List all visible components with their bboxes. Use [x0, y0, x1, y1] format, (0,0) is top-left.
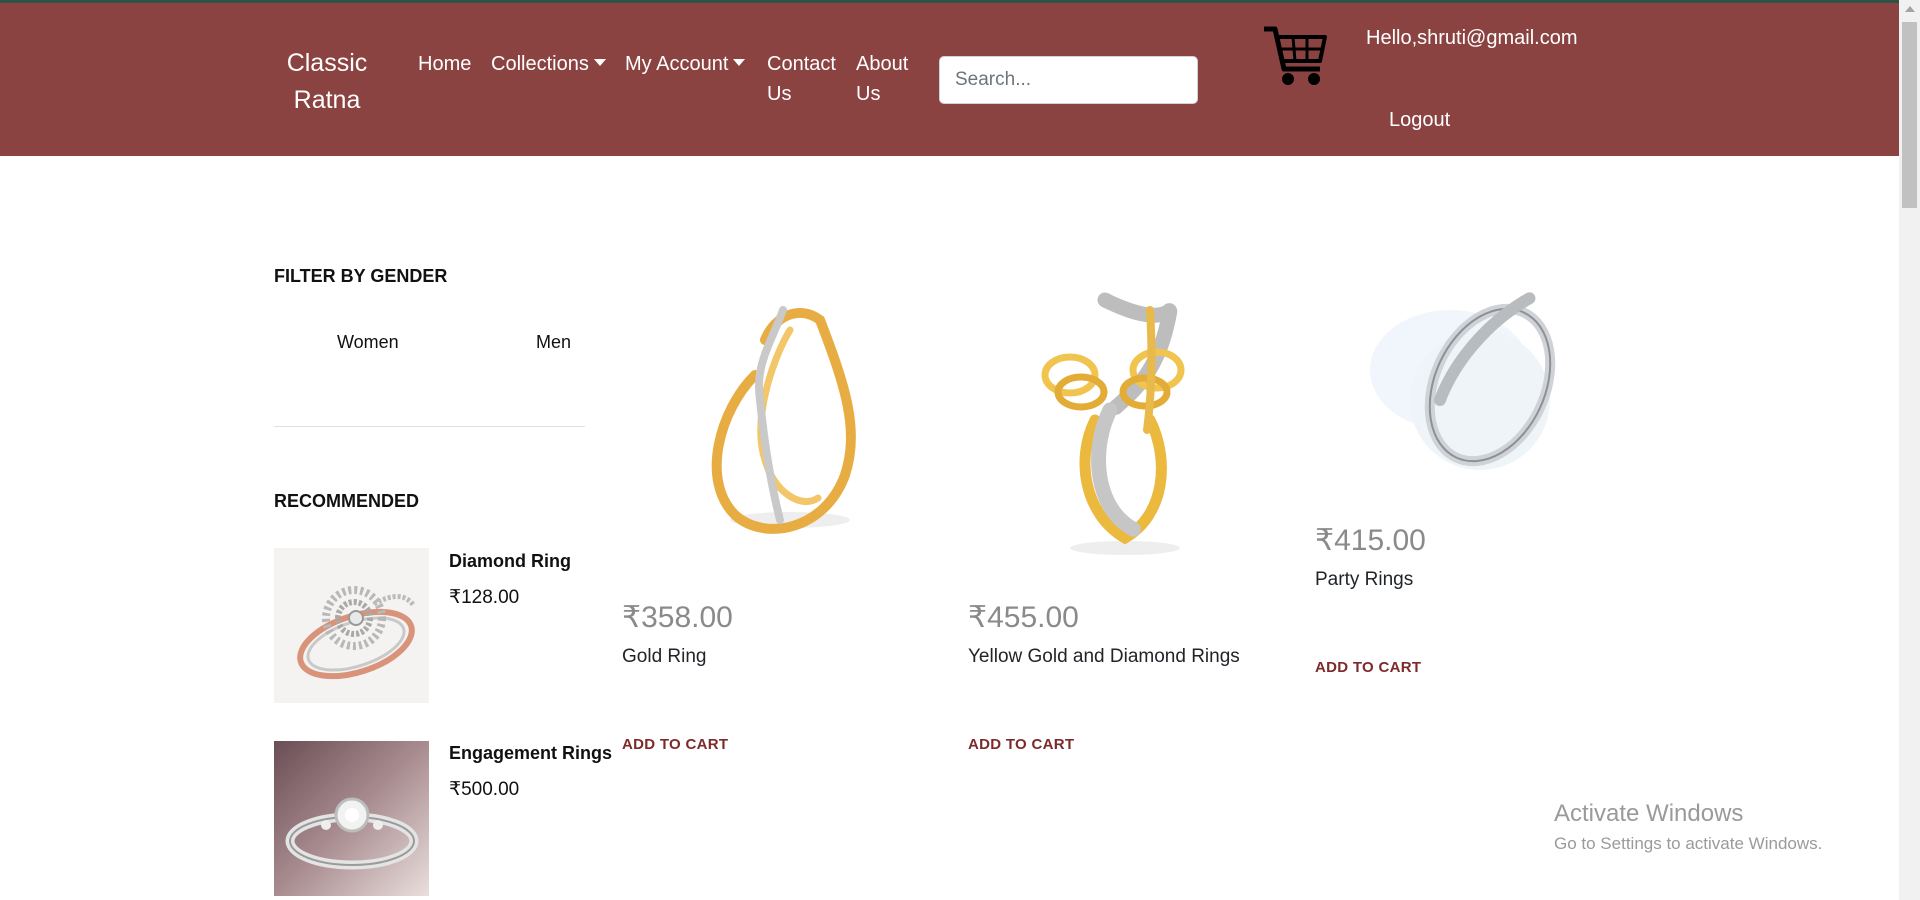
recommended-price: ₹500.00: [449, 779, 520, 800]
user-greeting: Hello,shruti@gmail.com: [1366, 27, 1578, 49]
product-price: ₹358.00: [622, 601, 733, 634]
cart-icon[interactable]: [1262, 23, 1330, 91]
scroll-up-arrow-icon[interactable]: [1905, 6, 1915, 12]
caret-down-icon: [733, 59, 746, 66]
product-image-party-ring[interactable]: [1360, 280, 1600, 500]
recommended-price: ₹128.00: [449, 587, 520, 608]
nav-about[interactable]: About Us: [856, 49, 922, 109]
nav-home[interactable]: Home: [418, 49, 471, 79]
product-price: ₹415.00: [1315, 524, 1426, 557]
add-to-cart-button[interactable]: ADD TO CART: [622, 736, 728, 753]
scrollbar-thumb[interactable]: [1902, 22, 1917, 208]
product-name[interactable]: Party Rings: [1315, 569, 1413, 591]
product-image-yellow-gold-diamond-ring[interactable]: [985, 280, 1255, 570]
nav-my-account-label: My Account: [625, 53, 729, 75]
windows-activation-title: Activate Windows: [1554, 800, 1744, 827]
windows-activation-subtitle: Go to Settings to activate Windows.: [1554, 834, 1823, 853]
logout-link[interactable]: Logout: [1389, 109, 1450, 132]
navbar: Classic Ratna Home Collections My Accoun…: [0, 3, 1899, 156]
filter-title: FILTER BY GENDER: [274, 266, 448, 286]
search-input[interactable]: [939, 56, 1198, 104]
product-image-gold-ring[interactable]: [640, 280, 910, 570]
recommended-title: RECOMMENDED: [274, 491, 420, 511]
nav-my-account[interactable]: My Account: [625, 49, 746, 79]
sidebar-divider: [274, 426, 585, 427]
product-name[interactable]: Yellow Gold and Diamond Rings: [968, 646, 1240, 668]
vertical-scrollbar[interactable]: [1899, 0, 1920, 900]
nav-collections[interactable]: Collections: [491, 49, 606, 79]
caret-down-icon: [593, 59, 606, 66]
add-to-cart-button[interactable]: ADD TO CART: [1315, 659, 1421, 676]
filter-men[interactable]: Men: [536, 332, 571, 353]
recommended-name[interactable]: Diamond Ring: [449, 551, 571, 572]
add-to-cart-button[interactable]: ADD TO CART: [968, 736, 1074, 753]
nav-collections-label: Collections: [491, 53, 589, 75]
recommended-image-engagement-rings[interactable]: [274, 741, 429, 896]
filter-women[interactable]: Women: [337, 332, 399, 353]
product-price: ₹455.00: [968, 601, 1079, 634]
recommended-name[interactable]: Engagement Rings: [449, 743, 612, 764]
brand-logo[interactable]: Classic Ratna: [252, 45, 402, 119]
product-name[interactable]: Gold Ring: [622, 646, 707, 668]
recommended-image-diamond-ring[interactable]: [274, 548, 429, 703]
nav-contact[interactable]: Contact Us: [767, 49, 847, 109]
